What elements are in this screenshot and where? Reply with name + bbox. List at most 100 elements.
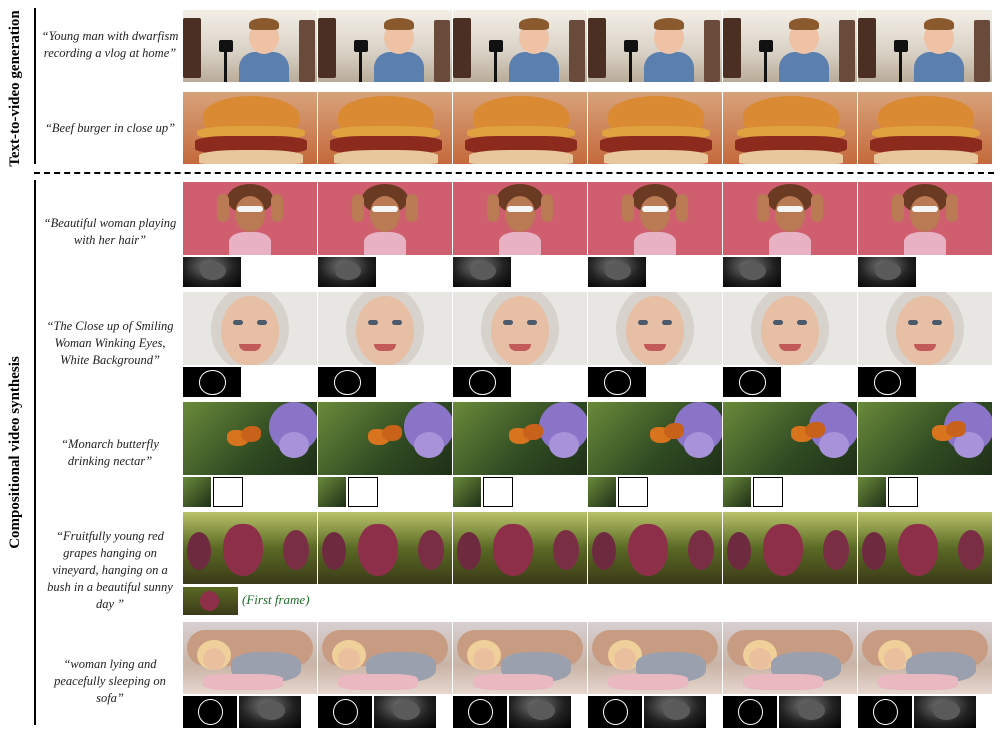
section-label-t2v: Text-to-video generation (6, 9, 23, 167)
hair-subject-part (237, 206, 263, 212)
grapes-subject-part (823, 530, 849, 570)
butterfly-subject-part (241, 426, 261, 442)
hair-subject-part (499, 232, 541, 255)
hair-subject-part (541, 194, 553, 222)
hair-depth-silhouette (335, 261, 362, 280)
burger-subject-part (604, 150, 708, 164)
smile-subject-part (368, 320, 378, 325)
woman-sleeping-sofa-frame-2 (318, 622, 452, 694)
hair-subject-part (505, 196, 535, 232)
vlog-subject-part (839, 20, 855, 82)
vlog-subject-part (899, 52, 902, 82)
woman-sunglasses-hair-frame-4 (588, 182, 722, 255)
beef-burger-frame-1 (183, 92, 317, 164)
beef-burger-frame-6 (858, 92, 992, 164)
woman-sunglasses-hair-frame-1 (183, 182, 317, 255)
section-divider (34, 172, 994, 174)
sofa-subject-part (203, 648, 225, 670)
grapes-subject-part (322, 532, 346, 570)
hair-subject-part (769, 232, 811, 255)
vlog-subject-part (249, 18, 279, 30)
vlog-subject-part (723, 18, 741, 78)
sofa-sketch-map-thumbnail (183, 696, 237, 728)
woman-sleeping-sofa-frame-4 (588, 622, 722, 694)
sofa-subject-part (878, 674, 958, 690)
vlog-subject-part (299, 20, 315, 82)
sofa-depth-map-thumbnail (644, 696, 706, 728)
hair-subject-part (217, 194, 229, 222)
sofa-depth-map-thumbnail (239, 696, 301, 728)
hair-depth-map-thumbnail (453, 257, 511, 287)
motion-mask-thumbnail-2 (348, 477, 378, 507)
butterfly-mini-frame-5 (723, 477, 751, 507)
vlog-subject-part (453, 18, 471, 78)
sofa-sketch-outline (603, 699, 628, 726)
woman-sunglasses-hair-frame-2 (318, 182, 452, 255)
hair-subject-part (229, 232, 271, 255)
hair-depth-map-thumbnail (183, 257, 241, 287)
grapes-first-frame-thumbnail (183, 587, 238, 615)
vlog-subject-part (764, 52, 767, 82)
woman-sleeping-sofa-frame-5 (723, 622, 857, 694)
woman-sleeping-sofa-frame-1 (183, 622, 317, 694)
boy-recording-vlog-frame-5 (723, 10, 857, 82)
vlog-subject-part (789, 18, 819, 30)
smile-subject-part (644, 344, 666, 351)
sofa-sketch-outline (198, 699, 223, 726)
smile-subject-part (374, 344, 396, 351)
smile-sketch-map-thumbnail (723, 367, 781, 397)
sofa-depth-map-thumbnail (374, 696, 436, 728)
butterfly-mini-frame-6 (858, 477, 886, 507)
smile-subject-part (932, 320, 942, 325)
hair-subject-part (372, 206, 398, 212)
monarch-butterfly-frame-3 (453, 402, 587, 475)
hair-subject-part (910, 196, 940, 232)
woman-face-closeup-frame-6 (858, 292, 992, 365)
red-grapes-frame-1 (183, 512, 317, 584)
burger-subject-part (334, 150, 438, 164)
sofa-subject-part (614, 648, 636, 670)
hair-depth-silhouette (875, 261, 902, 280)
section-label-compositional: Compositional video synthesis (6, 356, 23, 549)
sofa-depth-silhouette (257, 700, 286, 720)
sofa-sketch-map-thumbnail (318, 696, 372, 728)
vlog-subject-part (509, 52, 559, 82)
hair-subject-part (507, 206, 533, 212)
vlog-subject-part (359, 52, 362, 82)
grapes-first-frame-grapes (199, 591, 219, 611)
smile-subject-part (626, 296, 684, 365)
hair-subject-part (271, 194, 283, 222)
section-rule-compositional (34, 180, 36, 725)
hair-depth-silhouette (740, 261, 767, 280)
hair-subject-part (364, 232, 406, 255)
butterfly-subject-part (805, 422, 825, 438)
hair-depth-map-thumbnail (318, 257, 376, 287)
smile-sketch-map-thumbnail (183, 367, 241, 397)
grapes-subject-part (283, 530, 309, 570)
caption-vlog: “Young man with dwarfism recording a vlo… (41, 29, 179, 60)
sofa-sketch-map-thumbnail (723, 696, 777, 728)
red-grapes-frame-2 (318, 512, 452, 584)
sofa-depth-map-thumbnail (779, 696, 841, 728)
smile-subject-part (779, 344, 801, 351)
motion-mask-thumbnail-3 (483, 477, 513, 507)
sofa-subject-part (608, 674, 688, 690)
caption-butterfly: “Monarch butterfly drinking nectar” (61, 437, 159, 468)
hair-subject-part (634, 232, 676, 255)
vlog-subject-part (239, 52, 289, 82)
woman-face-closeup-frame-2 (318, 292, 452, 365)
monarch-butterfly-frame-5 (723, 402, 857, 475)
sofa-subject-part (203, 674, 283, 690)
caption-smile: “The Close up of Smiling Woman Winking E… (46, 319, 174, 367)
smile-sketch-map-thumbnail (588, 367, 646, 397)
grapes-subject-part (457, 532, 481, 570)
red-grapes-frame-4 (588, 512, 722, 584)
smile-sketch-outline (469, 370, 496, 395)
grapes-subject-part (358, 524, 398, 576)
hair-subject-part (676, 194, 688, 222)
caption-burger: “Beef burger in close up” (44, 121, 176, 135)
butterfly-subject-part (523, 424, 543, 440)
motion-mask-thumbnail-1 (213, 477, 243, 507)
smile-subject-part (797, 320, 807, 325)
butterfly-subject-part (819, 432, 849, 458)
